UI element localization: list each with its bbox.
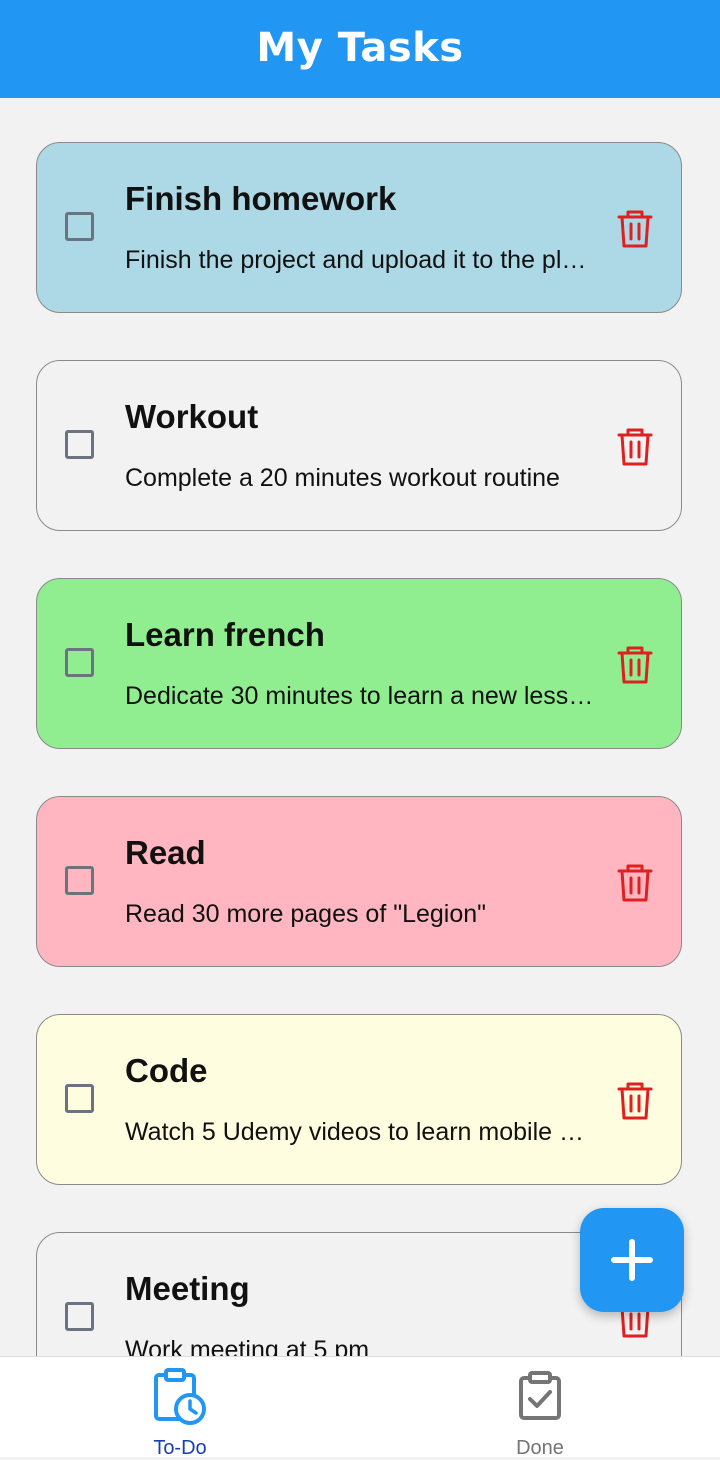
nav-tab-done[interactable]: Done (360, 1357, 720, 1459)
trash-icon (617, 645, 653, 685)
task-description: Work meeting at 5 pm (125, 1336, 370, 1356)
task-title: Read (125, 834, 206, 871)
clipboard-check-icon (511, 1367, 569, 1425)
delete-task-button[interactable] (613, 1079, 657, 1123)
task-checkbox[interactable] (65, 430, 94, 459)
delete-task-button[interactable] (613, 643, 657, 687)
task-card[interactable]: Read Read 30 more pages of "Legion" (36, 796, 682, 967)
delete-task-button[interactable] (613, 861, 657, 905)
delete-task-button[interactable] (613, 425, 657, 469)
task-checkbox[interactable] (65, 648, 94, 677)
task-title: Code (125, 1052, 208, 1089)
nav-tab-todo[interactable]: To-Do (0, 1357, 360, 1459)
task-description: Complete a 20 minutes workout routine (125, 464, 560, 492)
plus-icon (611, 1239, 653, 1281)
task-title: Learn french (125, 616, 325, 653)
task-description: Finish the project and upload it to the … (125, 246, 595, 274)
bottom-nav: To-Do Done (0, 1356, 720, 1459)
task-title: Workout (125, 398, 259, 435)
task-description: Read 30 more pages of "Legion" (125, 900, 487, 928)
trash-icon (617, 427, 653, 467)
task-checkbox[interactable] (65, 1302, 94, 1331)
trash-icon (617, 1081, 653, 1121)
task-description: Watch 5 Udemy videos to learn mobile dev… (125, 1118, 595, 1146)
task-checkbox[interactable] (65, 866, 94, 895)
task-checkbox[interactable] (65, 1084, 94, 1113)
task-title: Meeting (125, 1270, 250, 1307)
task-description: Dedicate 30 minutes to learn a new lesso… (125, 682, 595, 710)
task-card[interactable]: Workout Complete a 20 minutes workout rou… (36, 360, 682, 531)
task-card[interactable]: Code Watch 5 Udemy videos to learn mobile… (36, 1014, 682, 1185)
delete-task-button[interactable] (613, 207, 657, 251)
task-list[interactable]: Finish homework Finish the project and up… (0, 98, 720, 1356)
task-title: Finish homework (125, 180, 397, 217)
add-task-button[interactable] (580, 1208, 684, 1312)
trash-icon (617, 209, 653, 249)
task-card[interactable]: Finish homework Finish the project and up… (36, 142, 682, 313)
page-title: My Tasks (256, 25, 464, 71)
task-card[interactable]: Learn french Dedicate 30 minutes to learn… (36, 578, 682, 749)
app-header: My Tasks (0, 0, 720, 98)
trash-icon (617, 863, 653, 903)
clipboard-clock-icon (151, 1367, 209, 1425)
task-checkbox[interactable] (65, 212, 94, 241)
